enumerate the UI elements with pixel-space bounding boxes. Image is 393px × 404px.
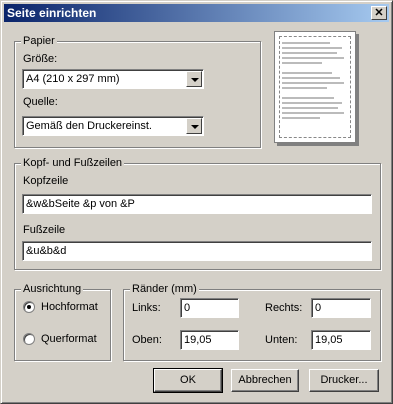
landscape-radio[interactable] (23, 333, 35, 345)
page-setup-dialog: Seite einrichten ✕ Papier Größe: A4 (210… (0, 0, 393, 404)
printer-button[interactable]: Drucker... (309, 369, 379, 392)
preview-text-line (282, 112, 344, 114)
header-input[interactable]: &w&bSeite &p von &P (22, 194, 372, 214)
chevron-down-icon[interactable] (186, 71, 202, 87)
preview-text-line (282, 42, 330, 44)
preview-text-line (282, 52, 337, 54)
bottom-margin-value: 19,05 (315, 334, 343, 346)
close-icon: ✕ (374, 7, 384, 19)
preview-text-line (282, 62, 322, 64)
preview-text-line (282, 47, 342, 49)
dialog-title: Seite einrichten (7, 6, 97, 20)
preview-text-line (282, 87, 327, 89)
paper-legend: Papier (21, 35, 57, 47)
preview-text-line (282, 72, 332, 74)
margins-legend: Ränder (mm) (130, 283, 199, 295)
preview-text-line (282, 97, 334, 99)
paper-source-select[interactable]: Gemäß den Druckereinst. (22, 116, 204, 136)
preview-text-line (282, 82, 344, 84)
left-margin-input[interactable]: 0 (180, 298, 239, 318)
left-margin-label: Links: (132, 302, 161, 314)
top-margin-label: Oben: (132, 334, 162, 346)
header-input-value: &w&bSeite &p von &P (26, 198, 135, 210)
right-margin-label: Rechts: (265, 302, 303, 314)
preview-text-line (282, 77, 340, 79)
right-margin-input[interactable]: 0 (311, 298, 371, 318)
preview-text-line (282, 57, 344, 59)
paper-size-value: A4 (210 x 297 mm) (26, 73, 120, 85)
size-label: Größe: (23, 53, 58, 65)
right-margin-value: 0 (315, 302, 322, 314)
preview-text-line (282, 117, 320, 119)
page-preview (274, 31, 356, 143)
top-margin-input[interactable]: 19,05 (180, 330, 239, 350)
paper-source-value: Gemäß den Druckereinst. (26, 120, 152, 132)
portrait-label[interactable]: Hochformat (41, 301, 98, 313)
radio-selected-dot (27, 305, 31, 309)
preview-text-line (282, 107, 338, 109)
title-bar[interactable]: Seite einrichten ✕ (4, 4, 389, 22)
close-button[interactable]: ✕ (371, 6, 387, 20)
left-margin-value: 0 (184, 302, 191, 314)
ok-button[interactable]: OK (153, 368, 223, 393)
paper-size-select[interactable]: A4 (210 x 297 mm) (22, 69, 204, 89)
cancel-button[interactable]: Abbrechen (231, 369, 299, 392)
bottom-margin-label: Unten: (265, 334, 298, 346)
top-margin-value: 19,05 (184, 334, 212, 346)
header-footer-legend: Kopf- und Fußzeilen (21, 157, 125, 169)
portrait-radio[interactable] (23, 301, 35, 313)
orientation-legend: Ausrichtung (21, 283, 84, 295)
footer-label: Fußzeile (23, 224, 66, 236)
source-label: Quelle: (23, 96, 58, 108)
preview-text-line (282, 102, 342, 104)
orientation-group: Ausrichtung (14, 283, 111, 361)
landscape-label[interactable]: Querformat (41, 333, 97, 345)
footer-input[interactable]: &u&b&d (22, 241, 372, 261)
chevron-down-icon[interactable] (186, 118, 202, 134)
bottom-margin-input[interactable]: 19,05 (311, 330, 371, 350)
footer-input-value: &u&b&d (26, 245, 67, 257)
header-label: Kopfzeile (23, 175, 69, 187)
